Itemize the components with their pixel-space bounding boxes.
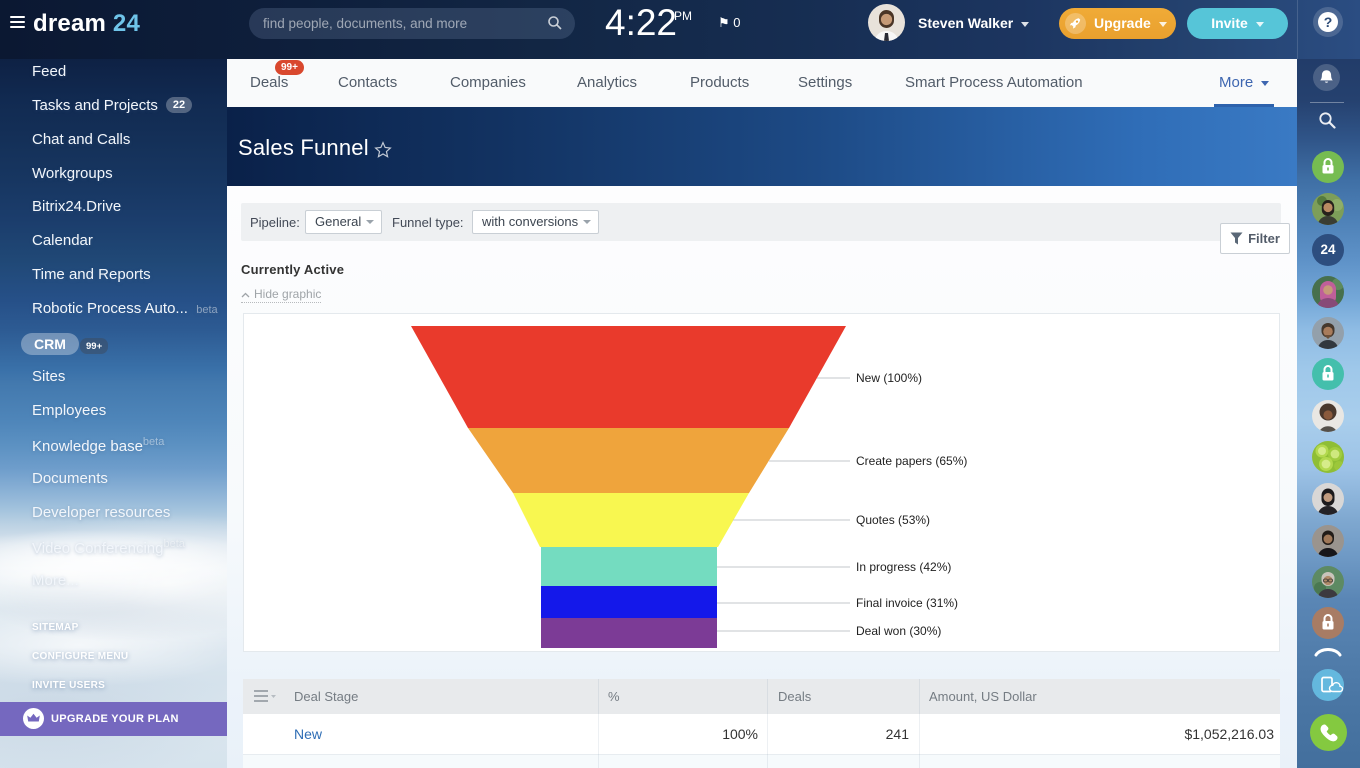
svg-text:Deal won (30%): Deal won (30%) [856,624,941,638]
svg-text:Create papers (65%): Create papers (65%) [856,454,967,468]
svg-text:New (100%): New (100%) [856,371,922,385]
svg-text:Final invoice (31%): Final invoice (31%) [856,596,958,610]
svg-text:In progress (42%): In progress (42%) [856,560,951,574]
svg-text:Quotes (53%): Quotes (53%) [856,513,930,527]
